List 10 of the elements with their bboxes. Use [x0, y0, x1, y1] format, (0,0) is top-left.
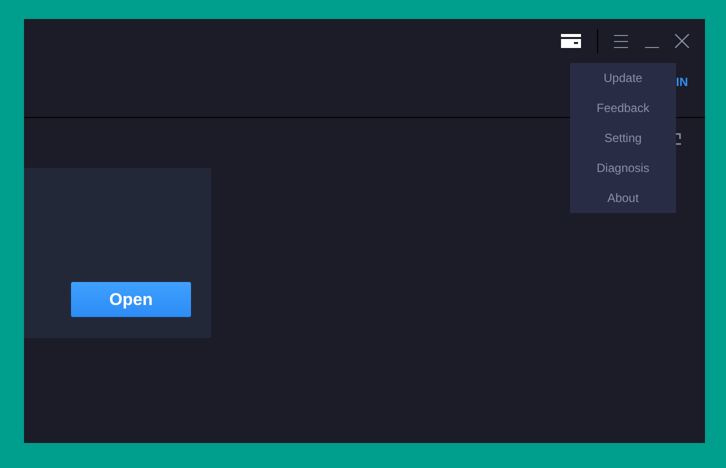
header-link[interactable]: IN — [676, 75, 688, 89]
menu-item[interactable]: Diagnosis — [570, 153, 676, 183]
menu-item[interactable]: Update — [570, 63, 676, 93]
menu-icon[interactable] — [614, 34, 628, 48]
close-icon[interactable] — [675, 34, 689, 48]
open-button[interactable]: Open — [71, 282, 191, 317]
menu-item[interactable]: About — [570, 183, 676, 213]
menu-item[interactable]: Feedback — [570, 93, 676, 123]
menu-item[interactable]: Setting — [570, 123, 676, 153]
card-icon[interactable] — [561, 34, 581, 48]
